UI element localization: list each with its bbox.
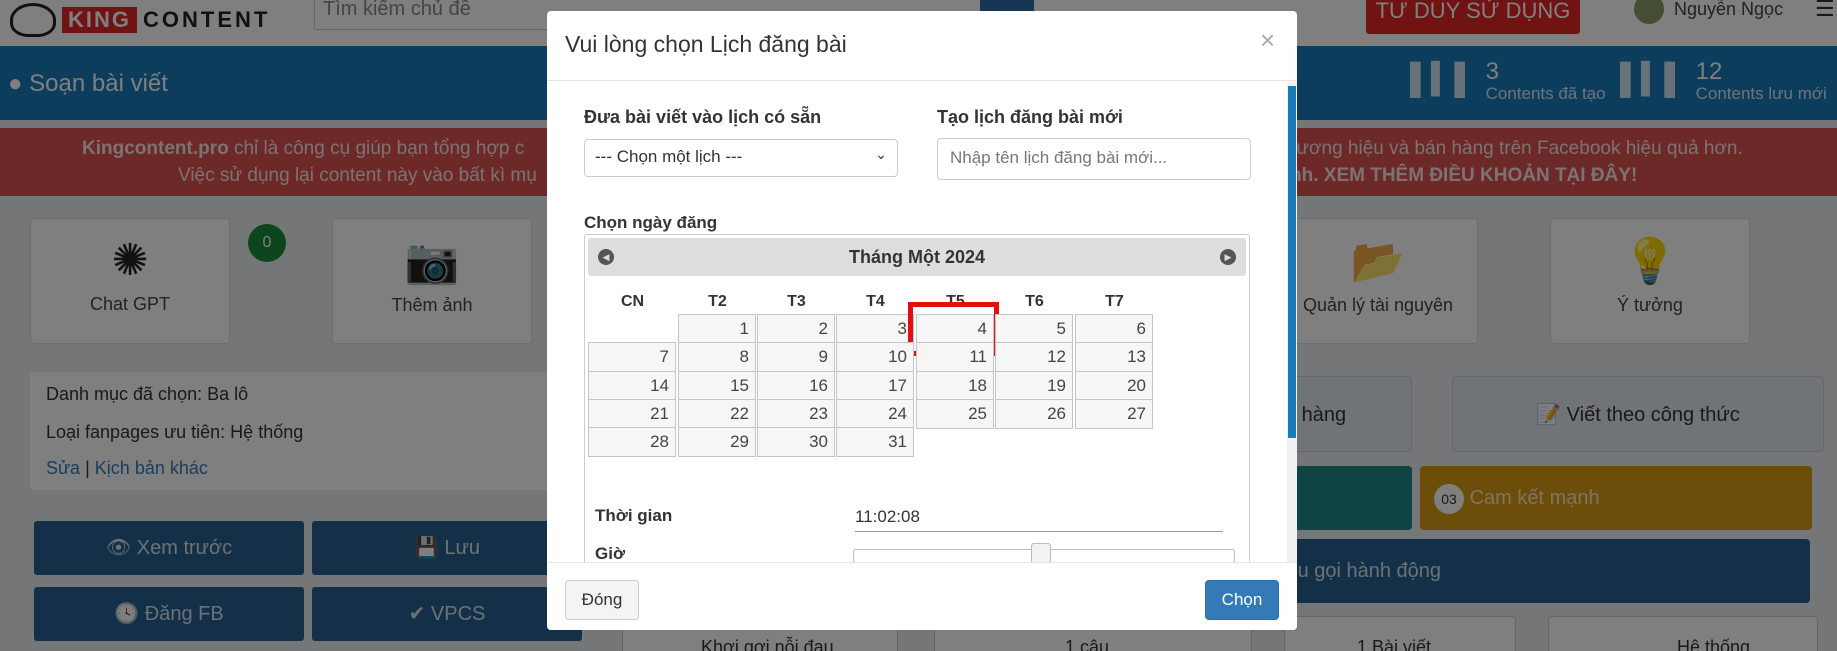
calendar-day[interactable]: 20: [1075, 371, 1153, 401]
weekday-header: T2: [708, 293, 727, 310]
calendar-day[interactable]: 12: [995, 342, 1073, 372]
calendar-day[interactable]: 13: [1075, 342, 1153, 372]
calendar-day[interactable]: 29: [678, 427, 756, 457]
time-value: 11:02:08: [855, 507, 1223, 532]
time-label: Thời gian: [595, 506, 673, 525]
schedule-select[interactable]: --- Chọn một lịch --- ⌄: [584, 139, 898, 177]
calendar-day[interactable]: 3: [836, 314, 914, 344]
calendar-day[interactable]: 6: [1075, 314, 1153, 344]
calendar-day[interactable]: 26: [995, 399, 1073, 429]
calendar-day[interactable]: 5: [995, 314, 1073, 344]
calendar-day[interactable]: 17: [836, 371, 914, 401]
datepicker-month: Tháng Một 2024: [848, 247, 986, 267]
weekday-header: T4: [866, 293, 885, 310]
calendar-day[interactable]: 21: [588, 399, 676, 429]
calendar-day[interactable]: 2: [757, 314, 835, 344]
calendar-day[interactable]: 31: [836, 427, 914, 457]
modal-title: Vui lòng chọn Lịch đăng bài: [565, 31, 847, 57]
calendar-day[interactable]: 14: [588, 371, 676, 401]
chevron-down-icon: ⌄: [875, 146, 887, 162]
calendar-day[interactable]: 11: [916, 342, 994, 372]
calendar-day[interactable]: 22: [678, 399, 756, 429]
close-icon[interactable]: ×: [1260, 25, 1275, 56]
weekday-header: T5: [946, 293, 965, 310]
calendar-day-selected[interactable]: 4: [916, 314, 994, 344]
modal-header: Vui lòng chọn Lịch đăng bài ×: [547, 11, 1297, 81]
modal-footer: Đóng Chọn: [547, 562, 1297, 630]
calendar-day[interactable]: 18: [916, 371, 994, 401]
calendar-day[interactable]: 15: [678, 371, 756, 401]
scrollbar-thumb[interactable]: [1288, 86, 1296, 438]
calendar-day[interactable]: 25: [916, 399, 994, 429]
weekday-header: T7: [1105, 293, 1124, 310]
schedule-modal: Vui lòng chọn Lịch đăng bài × Đưa bài vi…: [547, 11, 1297, 630]
new-schedule-label: Tạo lịch đăng bài mới: [937, 107, 1123, 127]
close-button[interactable]: Đóng: [565, 580, 639, 620]
calendar-day[interactable]: 27: [1075, 399, 1153, 429]
weekday-header: T3: [787, 293, 806, 310]
hour-label: Giờ: [595, 544, 626, 562]
new-schedule-placeholder: Nhập tên lịch đăng bài mới...: [950, 148, 1168, 167]
date-label: Chọn ngày đăng: [584, 213, 718, 232]
modal-body: Đưa bài viết vào lịch có sẵn --- Chọn mộ…: [547, 82, 1297, 562]
new-schedule-input[interactable]: Nhập tên lịch đăng bài mới...: [937, 138, 1251, 180]
weekday-header: CN: [620, 293, 645, 310]
calendar-day[interactable]: 23: [757, 399, 835, 429]
existing-schedule-label: Đưa bài viết vào lịch có sẵn: [584, 107, 822, 127]
prev-month-icon[interactable]: ◀: [598, 249, 614, 265]
calendar-day[interactable]: 7: [588, 342, 676, 372]
choose-button[interactable]: Chọn: [1205, 580, 1279, 620]
weekday-header: T6: [1025, 293, 1044, 310]
calendar-day[interactable]: 24: [836, 399, 914, 429]
calendar-day[interactable]: 10: [836, 342, 914, 372]
datepicker-header: Tháng Một 2024 ◀ ▶: [588, 238, 1246, 276]
calendar-day[interactable]: 8: [678, 342, 756, 372]
hour-slider-handle[interactable]: [1031, 543, 1051, 562]
calendar-day[interactable]: 9: [757, 342, 835, 372]
calendar-day[interactable]: 19: [995, 371, 1073, 401]
schedule-select-value: --- Chọn một lịch ---: [595, 147, 743, 166]
calendar-day[interactable]: 16: [757, 371, 835, 401]
calendar-day[interactable]: 1: [678, 314, 756, 344]
calendar-day[interactable]: 30: [757, 427, 835, 457]
calendar-day[interactable]: 28: [588, 427, 676, 457]
next-month-icon[interactable]: ▶: [1220, 249, 1236, 265]
